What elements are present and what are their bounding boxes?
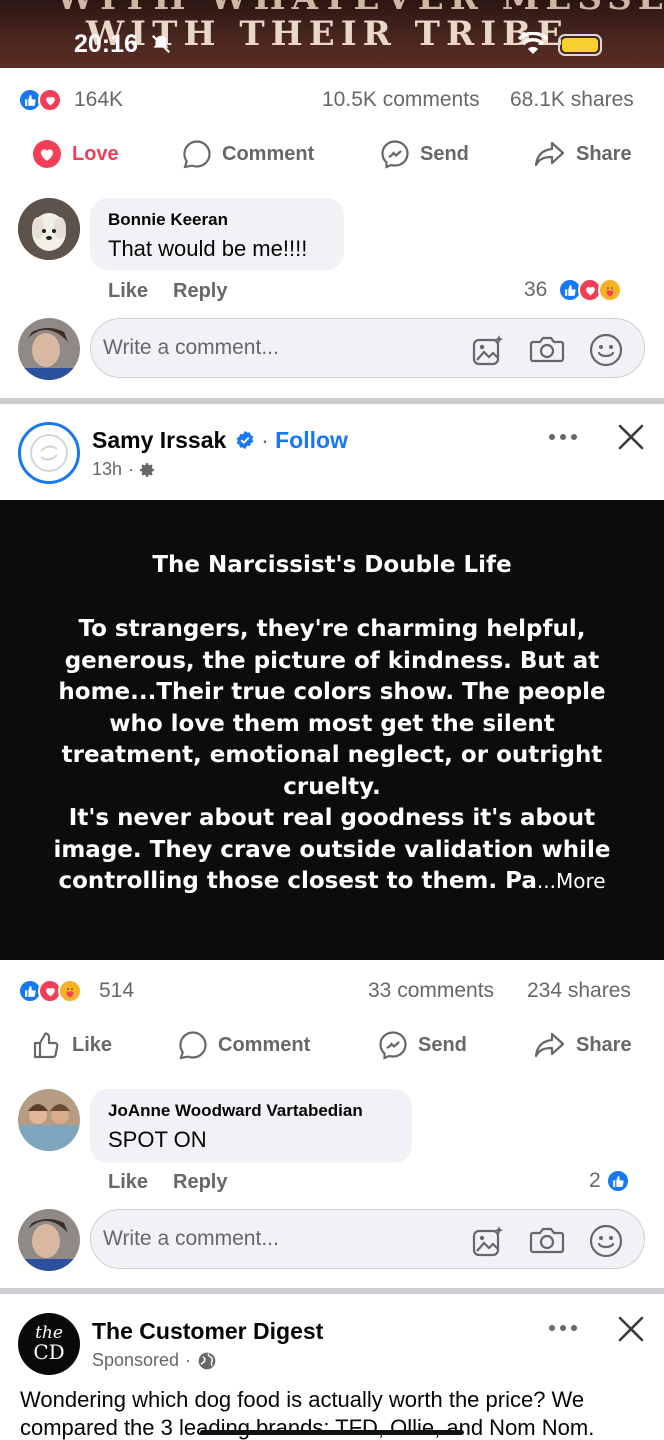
comment-reaction-count[interactable]: 36 [524, 278, 547, 302]
thumbs-up-icon [33, 1032, 59, 1059]
bell-slash-icon [151, 34, 171, 54]
share-button[interactable]: Share [534, 139, 632, 169]
comment-label: Comment [218, 1033, 311, 1056]
post-author-name[interactable]: Samy Irssak [92, 427, 226, 453]
comment-author[interactable]: JoAnne Woodward Vartabedian [108, 1101, 394, 1121]
like-button[interactable]: Like [32, 1030, 112, 1060]
follow-button[interactable]: Follow [275, 427, 348, 453]
status-time: 20:16 [74, 30, 138, 58]
share-button[interactable]: Share [534, 1030, 632, 1060]
comment-button[interactable]: Comment [178, 1030, 310, 1060]
meta-separator: · [128, 459, 135, 479]
send-label: Send [418, 1033, 467, 1056]
comment-bubble[interactable]: JoAnne Woodward Vartabedian SPOT ON [90, 1089, 412, 1163]
see-more-link[interactable]: ...More [537, 869, 606, 893]
comment-author[interactable]: Bonnie Keeran [108, 210, 326, 230]
comment-label: Comment [222, 142, 315, 165]
messenger-icon [381, 140, 409, 169]
send-button[interactable]: Send [378, 1030, 467, 1060]
post-divider [0, 398, 664, 404]
like-reaction-icon [606, 1169, 630, 1193]
post-divider [0, 1288, 664, 1294]
like-label: Like [72, 1033, 113, 1056]
reaction-count[interactable]: 514 [99, 979, 134, 1003]
comment-reaction-icons[interactable] [558, 278, 622, 302]
share-label: Share [576, 1033, 632, 1056]
camera-icon[interactable] [529, 333, 565, 365]
love-label: Love [72, 142, 119, 165]
avatar[interactable] [18, 198, 80, 260]
close-icon[interactable] [618, 424, 644, 450]
share-icon [534, 1032, 565, 1058]
gear-icon [140, 462, 155, 477]
post-meta: 13h · [92, 459, 156, 480]
send-button[interactable]: Send [380, 139, 469, 169]
comment-button[interactable]: Comment [182, 139, 314, 169]
send-label: Send [420, 142, 469, 165]
shares-count[interactable]: 68.1K shares [510, 88, 634, 112]
photo-sparkle-icon[interactable] [471, 1224, 505, 1258]
current-user-avatar[interactable] [18, 1209, 80, 1271]
comment-text: SPOT ON [108, 1127, 207, 1152]
comment-text: That would be me!!!! [108, 236, 308, 261]
battery-icon [558, 34, 602, 56]
post-body-text: To strangers, they're charming helpful, … [40, 614, 624, 898]
comment-like-button[interactable]: Like [108, 280, 148, 303]
post-text-card[interactable]: The Narcissist's Double Life To stranger… [0, 500, 664, 960]
comment-icon [179, 1031, 207, 1060]
home-indicator [200, 1430, 464, 1435]
sponsored-label[interactable]: Sponsored [92, 1350, 179, 1371]
care-reaction-icon [58, 979, 82, 1003]
comment-reply-button[interactable]: Reply [173, 1171, 227, 1194]
current-user-avatar[interactable] [18, 318, 80, 380]
comment-reaction-count[interactable]: 2 [589, 1169, 601, 1193]
reaction-count[interactable]: 164K [74, 88, 123, 112]
comment-input[interactable] [103, 336, 463, 360]
comment-bubble[interactable]: Bonnie Keeran That would be me!!!! [90, 198, 344, 270]
avatar[interactable] [18, 1089, 80, 1151]
photo-sparkle-icon[interactable] [471, 333, 505, 367]
comment-input-box[interactable] [90, 1209, 645, 1269]
verified-icon [236, 430, 253, 450]
messenger-icon [379, 1031, 407, 1060]
post-meta: Sponsored · [92, 1350, 217, 1371]
more-icon[interactable] [548, 1321, 578, 1335]
camera-icon[interactable] [529, 1224, 565, 1256]
post-author-row: Samy Irssak · Follow [92, 427, 348, 453]
comments-count[interactable]: 33 comments [368, 979, 494, 1003]
more-icon[interactable] [548, 430, 578, 444]
reaction-summary-icons[interactable] [18, 88, 62, 112]
globe-icon [198, 1352, 216, 1369]
comment-like-button[interactable]: Like [108, 1171, 148, 1194]
comments-count[interactable]: 10.5K comments [322, 88, 480, 112]
comment-input[interactable] [103, 1227, 463, 1251]
advertiser-logo[interactable]: the CD [18, 1313, 80, 1375]
love-reaction-icon [38, 88, 62, 112]
wifi-icon [518, 32, 548, 54]
logo-text-bottom: CD [33, 1340, 65, 1364]
smiley-icon[interactable] [589, 1224, 623, 1258]
post-time[interactable]: 13h [92, 459, 122, 480]
reaction-summary-icons[interactable] [18, 979, 82, 1003]
status-bar: WITH WHATEVER MESSES WITH THEIR TRIBE 20… [0, 0, 664, 68]
author-avatar[interactable] [18, 422, 80, 484]
love-button[interactable]: Love [32, 139, 119, 169]
shares-count[interactable]: 234 shares [527, 979, 631, 1003]
close-icon[interactable] [618, 1316, 644, 1342]
post-body: To strangers, they're charming helpful, … [53, 616, 611, 894]
smiley-icon[interactable] [589, 333, 623, 367]
comment-reaction-icons[interactable] [606, 1169, 630, 1193]
comment-icon [183, 140, 211, 169]
comment-input-box[interactable] [90, 318, 645, 378]
share-icon [534, 141, 565, 167]
comment-reply-button[interactable]: Reply [173, 280, 227, 303]
care-reaction-icon [598, 278, 622, 302]
share-label: Share [576, 142, 632, 165]
post-title: The Narcissist's Double Life [152, 552, 512, 578]
advertiser-name[interactable]: The Customer Digest [92, 1318, 323, 1345]
heart-icon [33, 140, 61, 168]
